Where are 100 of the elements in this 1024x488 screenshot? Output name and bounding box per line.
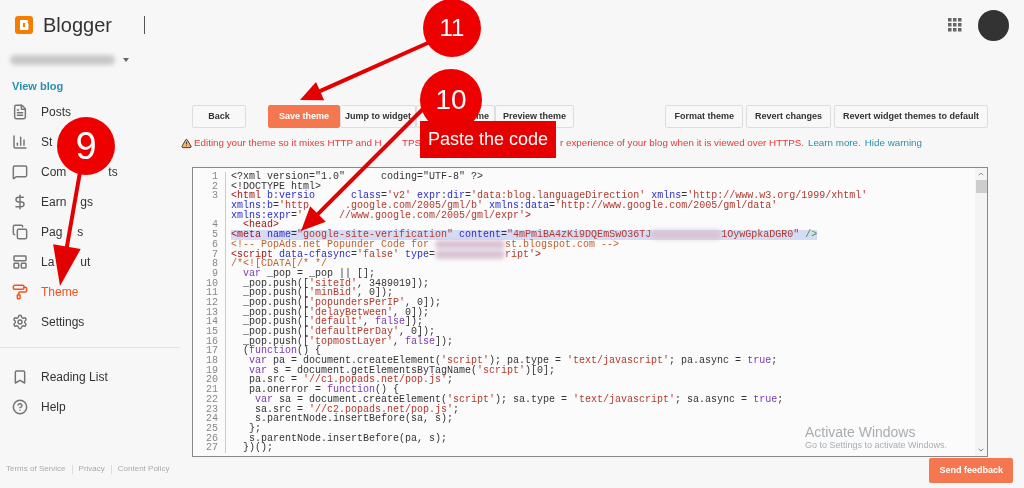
help-icon <box>12 399 28 415</box>
code-line: xmlns:b='http .google.com/2005/gml/b' xmlns:data='http://www.google.com/2005/gml/data' <box>231 201 778 211</box>
nav-item[interactable]: Earn gs <box>12 193 94 211</box>
dollar-icon <box>12 194 28 210</box>
app-name: Blogger <box>43 13 112 38</box>
blogger-logo-icon <box>15 16 33 34</box>
callout-tooltip: Paste the code <box>420 121 556 158</box>
speech-bubble-icon <box>12 164 28 180</box>
nav-label: ts <box>108 164 118 181</box>
line-number: 6 <box>193 239 226 250</box>
code-line: s.parentNode.insertBefore(pa, s); <box>249 433 448 444</box>
layout-icon <box>12 254 28 270</box>
toolbar-button[interactable]: Jump to widget <box>340 105 416 128</box>
warning-link[interactable]: Learn more. <box>807 135 861 151</box>
nav-label: Settings <box>41 314 85 331</box>
nav-label: Com <box>41 164 67 181</box>
warning-text: r experience of your blog when it is viewed over HTTPS. <box>560 136 804 148</box>
code-line: <head> <box>243 220 279 231</box>
line-number: 10 <box>193 278 226 289</box>
nav-label: Posts <box>41 104 71 121</box>
paint-roller-icon <box>12 284 28 300</box>
avatar[interactable] <box>978 9 1009 41</box>
line-number: 3 <box>193 191 226 202</box>
line-number: 13 <box>193 307 226 318</box>
line-number: 19 <box>193 365 226 376</box>
toolbar-button[interactable]: Revert widget themes to default <box>833 105 988 128</box>
line-number: 20 <box>193 375 226 386</box>
code-line: <!-- PopAds.net Popunder Code for st.blogspot.com --> <box>231 239 620 250</box>
code-line: pa.onerror = function() { <box>248 385 400 395</box>
line-number: 18 <box>193 356 226 366</box>
nav-item[interactable]: Pag s <box>12 223 84 241</box>
nav-label: Theme <box>41 284 79 301</box>
nav-label: s <box>77 224 84 241</box>
nav-item[interactable]: St <box>12 133 53 151</box>
line-number: 8 <box>193 259 226 269</box>
warning-text: Editing your theme so it mixes HTTP and H <box>194 136 382 148</box>
nav-label: Pag <box>41 224 63 241</box>
code-line: }; <box>248 423 261 434</box>
document-icon <box>12 104 28 120</box>
activation-title: Activate Windows <box>805 424 917 440</box>
nav-label: Earn <box>41 194 67 211</box>
scroll-thumb[interactable] <box>975 180 987 193</box>
redacted-blur <box>435 249 506 259</box>
code-line: var s = document.getElementsByTagName('script')[0]; <box>248 365 556 376</box>
line-number: 27 <box>193 443 226 453</box>
nav-item[interactable]: La ut <box>12 253 91 271</box>
code-editor[interactable] <box>192 167 988 457</box>
line-number: 15 <box>193 327 226 337</box>
code-line: _pop.push(['popundersPerIP', 0]); <box>242 297 442 308</box>
code-line: })(); <box>242 443 273 453</box>
line-number: 7 <box>193 249 226 260</box>
line-number: 25 <box>193 423 226 434</box>
nav-item[interactable]: Posts <box>12 103 71 121</box>
nav-item[interactable]: Reading List <box>0 362 180 392</box>
redacted-blur <box>651 230 722 240</box>
line-number: 9 <box>193 268 226 279</box>
code-line: <?xml version="1.0" coding="UTF-8" ?> <box>231 172 484 182</box>
scroll-up-icon[interactable] <box>977 170 985 178</box>
code-line: s.parentNode.insertBefore(sa, s); <box>255 414 454 424</box>
pages-icon <box>12 224 28 240</box>
scroll-down-icon[interactable] <box>977 446 985 454</box>
code-line: /*<![CDATA[/* */ <box>231 259 327 269</box>
code-line: _pop.push(['minBid', 0]); <box>242 288 394 298</box>
step-marker: 11 <box>423 0 481 57</box>
nav-label: gs <box>80 194 94 211</box>
line-number: 16 <box>193 336 226 347</box>
code-line: _pop.push(['default', false]); <box>242 317 424 327</box>
activation-subtitle: Go to Settings to activate Windows. <box>805 440 948 451</box>
settings-icon <box>12 314 28 330</box>
nav-label: ut <box>80 254 91 271</box>
warning-link[interactable]: Hide warning <box>864 135 922 151</box>
line-number: 26 <box>193 433 226 444</box>
code-line: sa.src = '//c2.popads.net/pop.js'; <box>254 404 460 415</box>
apps-grid-icon[interactable] <box>948 18 962 32</box>
code-line: _pop.push(['delayBetween', 0]); <box>242 307 430 318</box>
bar-chart-icon <box>12 134 28 150</box>
code-line: _pop.push(['defaultPerDay', 0]); <box>242 327 436 337</box>
line-number: 22 <box>193 394 226 405</box>
line-number: 5 <box>193 230 226 240</box>
line-number: 2 <box>193 181 226 192</box>
line-number: 14 <box>193 317 226 327</box>
caret-icon[interactable] <box>123 58 129 62</box>
scrollbar[interactable] <box>975 168 987 456</box>
code-line: xmlns:expr=' //www.google.com/2005/gml/expr'> <box>231 210 532 221</box>
line-number: 23 <box>193 404 226 415</box>
line-number: 24 <box>193 414 226 424</box>
line-number: 21 <box>193 385 226 395</box>
line-number: 12 <box>193 297 226 308</box>
toolbar-button[interactable]: Revert changes <box>745 105 831 128</box>
warning-text: TPS <box>402 136 422 148</box>
nav-item[interactable]: Help <box>0 392 180 422</box>
line-number: 17 <box>193 346 226 357</box>
toolbar-button[interactable]: Format theme <box>665 105 743 128</box>
bookmark-icon <box>12 369 28 385</box>
toolbar-button[interactable]: Back <box>192 105 246 128</box>
view-blog-link[interactable]: View blog <box>12 77 64 95</box>
nav-item[interactable]: Com ts <box>12 163 118 181</box>
code-line: var sa = document.createElement('script'); sa.type = 'text/javascript'; sa.async = true; <box>255 394 784 405</box>
nav-item[interactable]: Settings <box>12 313 85 331</box>
nav-label: La <box>41 254 55 271</box>
